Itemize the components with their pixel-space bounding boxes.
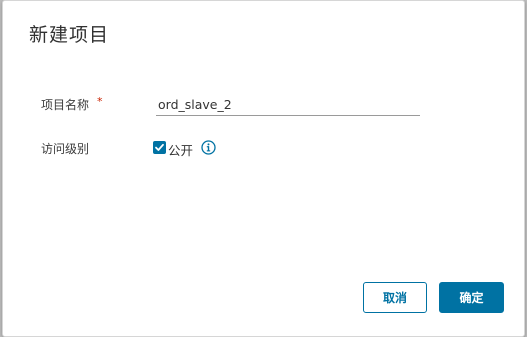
cancel-button[interactable]: 取消	[363, 282, 427, 313]
new-project-dialog: 新建项目 项目名称 * 访问级别 公开 取消 确定	[2, 0, 525, 337]
info-circle-icon[interactable]	[201, 140, 216, 155]
ok-button[interactable]: 确定	[439, 282, 504, 313]
access-level-label: 访问级别	[41, 142, 90, 156]
public-checkbox[interactable]	[153, 141, 166, 154]
dialog-title: 新建项目	[29, 24, 110, 46]
checkmark-icon	[155, 143, 164, 151]
project-name-label: 项目名称	[41, 98, 90, 112]
required-marker: *	[97, 95, 103, 108]
project-name-input[interactable]	[156, 93, 420, 116]
public-checkbox-label[interactable]: 公开	[168, 140, 193, 159]
